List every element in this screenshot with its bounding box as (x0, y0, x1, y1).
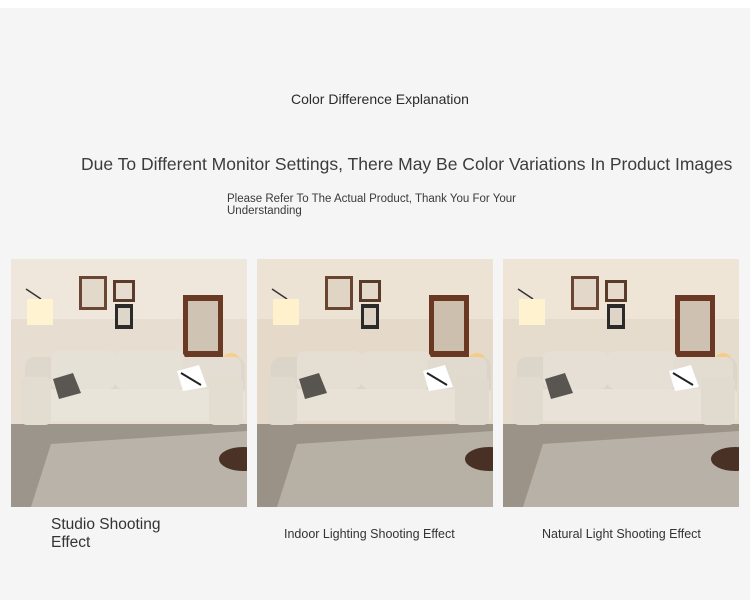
sofa-photo-natural-light (503, 259, 739, 507)
caption-natural-light: Natural Light Shooting Effect (542, 527, 701, 541)
actual-product-note: Please Refer To The Actual Product, Than… (227, 193, 516, 217)
caption-studio: Studio Shooting Effect (51, 516, 161, 551)
caption-indoor: Indoor Lighting Shooting Effect (284, 527, 455, 541)
page-title: Color Difference Explanation (291, 91, 469, 107)
sofa-photo-studio (11, 259, 247, 507)
color-variation-notice: Due To Different Monitor Settings, There… (81, 154, 733, 174)
sofa-photo-indoor (257, 259, 493, 507)
